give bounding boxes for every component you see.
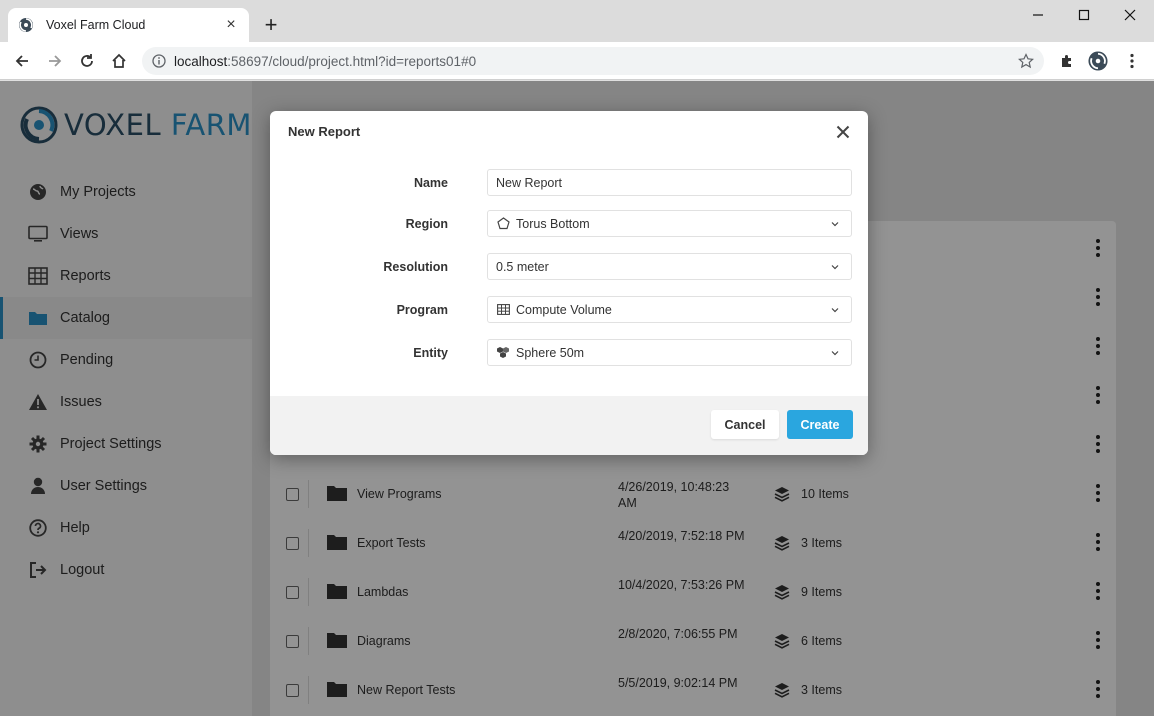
tab-strip: Voxel Farm Cloud × + [0,0,1154,42]
url-text: localhost:58697/cloud/project.html?id=re… [174,54,1016,69]
entity-select[interactable]: Sphere 50m [487,339,852,366]
dialog-footer: Cancel Create [270,396,868,455]
chevron-down-icon [829,261,841,273]
bookmark-star-icon[interactable] [1016,51,1036,71]
entity-value: Sphere 50m [516,345,585,360]
region-row: Region Torus Bottom [270,210,868,238]
new-tab-icon[interactable]: + [260,14,282,36]
entity-label: Entity [413,346,448,360]
url-path: :58697/cloud/project.html?id=reports01#0 [227,53,477,69]
chevron-down-icon [829,347,841,359]
voxelfarm-favicon-icon [18,17,34,33]
tab-title: Voxel Farm Cloud [46,18,146,32]
name-value: New Report [496,175,562,190]
entity-row: Entity Sphere 50m [270,339,868,367]
name-input[interactable]: New Report [487,169,852,196]
close-window-icon[interactable] [1120,6,1140,26]
resolution-select[interactable]: 0.5 meter [487,253,852,280]
close-icon[interactable] [834,123,852,141]
program-label: Program [396,303,448,317]
chevron-down-icon [829,218,841,230]
pentagon-icon [496,217,510,231]
resolution-row: Resolution 0.5 meter [270,253,868,281]
site-info-icon[interactable] [150,52,168,70]
chevron-down-icon [829,304,841,316]
resolution-value: 0.5 meter [496,259,549,274]
region-value: Torus Bottom [516,216,590,231]
program-value: Compute Volume [516,302,612,317]
resolution-label: Resolution [383,260,448,274]
create-button[interactable]: Create [787,410,853,439]
name-label: Name [413,176,448,190]
maximize-icon[interactable] [1074,6,1094,26]
region-select[interactable]: Torus Bottom [487,210,852,237]
profile-avatar-icon[interactable] [1088,51,1108,71]
program-row: Program Compute Volume [270,296,868,324]
browser-toolbar: localhost:58697/cloud/project.html?id=re… [0,42,1154,80]
dialog-title: New Report [288,124,361,139]
address-bar[interactable]: localhost:58697/cloud/project.html?id=re… [142,47,1044,75]
browser-menu-icon[interactable] [1122,51,1142,71]
url-host: localhost [174,53,228,69]
table-icon [496,303,510,317]
browser-tab[interactable]: Voxel Farm Cloud × [8,8,249,42]
name-row: Name New Report [270,169,868,197]
browser-chrome: Voxel Farm Cloud × + localhost:58697/clo… [0,0,1154,80]
new-report-dialog: New Report Name New Report Region Torus … [270,111,868,455]
extensions-puzzle-icon[interactable] [1057,51,1077,71]
cancel-button[interactable]: Cancel [711,410,779,439]
home-icon[interactable] [108,50,130,72]
program-select[interactable]: Compute Volume [487,296,852,323]
tab-close-icon[interactable]: × [223,17,239,33]
reload-icon[interactable] [76,50,98,72]
minimize-icon[interactable] [1028,6,1048,26]
region-label: Region [405,217,448,231]
back-icon[interactable] [11,50,33,72]
cubes-icon [496,346,510,360]
forward-icon[interactable] [44,50,66,72]
